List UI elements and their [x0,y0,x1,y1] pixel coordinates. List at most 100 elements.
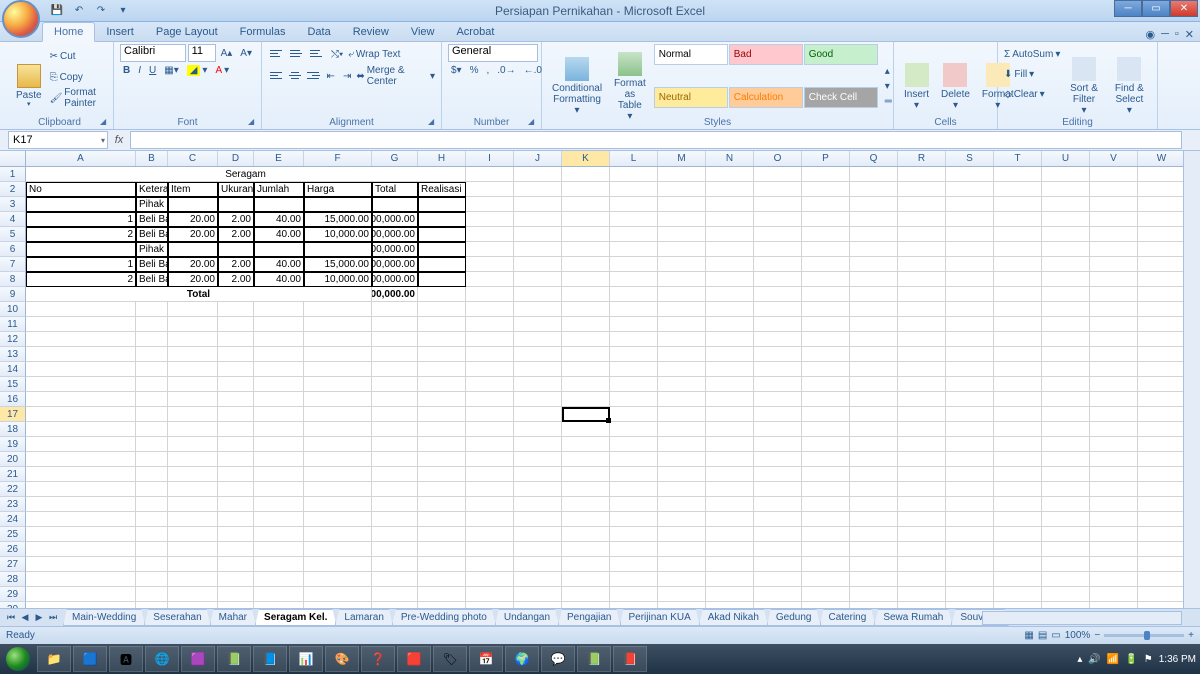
cell-L2[interactable] [610,182,658,197]
cell-E2[interactable]: Jumlah [254,182,304,197]
cell-R7[interactable] [898,257,946,272]
cell-D24[interactable] [218,512,254,527]
cell-S28[interactable] [946,572,994,587]
cell-D17[interactable] [218,407,254,422]
cell-M17[interactable] [658,407,706,422]
cell-D26[interactable] [218,542,254,557]
zoom-out-button[interactable]: − [1094,630,1100,641]
cell-E27[interactable] [254,557,304,572]
cell-P11[interactable] [802,317,850,332]
cell-M16[interactable] [658,392,706,407]
cell-K13[interactable] [562,347,610,362]
cell-C17[interactable] [168,407,218,422]
border-button[interactable]: ▦▾ [161,64,181,77]
restore-window-icon[interactable]: ▫ [1175,28,1179,41]
task-item[interactable]: 🌐 [145,646,179,672]
cell-A20[interactable] [26,452,136,467]
grow-font-icon[interactable]: A▴ [218,44,236,62]
cell-D25[interactable] [218,527,254,542]
cell-F26[interactable] [304,542,372,557]
col-header-R[interactable]: R [898,151,946,166]
cell-S4[interactable] [946,212,994,227]
cell-J11[interactable] [514,317,562,332]
cell-N12[interactable] [706,332,754,347]
merge-center-button[interactable]: ⬌Merge & Center▾ [356,66,435,86]
col-header-M[interactable]: M [658,151,706,166]
cell-U22[interactable] [1042,482,1090,497]
cell-M8[interactable] [658,272,706,287]
cell-C25[interactable] [168,527,218,542]
cell-R25[interactable] [898,527,946,542]
undo-icon[interactable]: ↶ [70,2,88,20]
cell-E29[interactable] [254,587,304,602]
cell-N21[interactable] [706,467,754,482]
cell-I21[interactable] [466,467,514,482]
cell-K16[interactable] [562,392,610,407]
col-header-C[interactable]: C [168,151,218,166]
cell-U13[interactable] [1042,347,1090,362]
cell-K27[interactable] [562,557,610,572]
cell-A21[interactable] [26,467,136,482]
cell-I19[interactable] [466,437,514,452]
cell-L3[interactable] [610,197,658,212]
cell-K24[interactable] [562,512,610,527]
cell-E6[interactable] [254,242,304,257]
sheet-tab-undangan[interactable]: Undangan [495,609,559,626]
tab-data[interactable]: Data [296,23,341,41]
wrap-text-button[interactable]: ⤶Wrap Text [348,44,400,64]
cell-V12[interactable] [1090,332,1138,347]
cell-K4[interactable] [562,212,610,227]
cell-P17[interactable] [802,407,850,422]
cell-C13[interactable] [168,347,218,362]
cell-C12[interactable] [168,332,218,347]
cell-R4[interactable] [898,212,946,227]
cell-T26[interactable] [994,542,1042,557]
cell-O22[interactable] [754,482,802,497]
cell-T21[interactable] [994,467,1042,482]
cell-W25[interactable] [1138,527,1186,542]
cell-E10[interactable] [254,302,304,317]
cell-C6[interactable] [168,242,218,257]
cell-A18[interactable] [26,422,136,437]
cell-B20[interactable] [136,452,168,467]
qat-more-icon[interactable]: ▾ [114,2,132,20]
col-header-I[interactable]: I [466,151,514,166]
cell-E18[interactable] [254,422,304,437]
cell-S21[interactable] [946,467,994,482]
cell-Q14[interactable] [850,362,898,377]
cell-B7[interactable]: Beli Bahan Kebaya [136,257,168,272]
cell-D15[interactable] [218,377,254,392]
cell-O26[interactable] [754,542,802,557]
cell-D13[interactable] [218,347,254,362]
cell-O23[interactable] [754,497,802,512]
cell-U9[interactable] [1042,287,1090,302]
cell-J10[interactable] [514,302,562,317]
cell-K11[interactable] [562,317,610,332]
cell-C29[interactable] [168,587,218,602]
maximize-button[interactable]: ▭ [1142,0,1170,17]
cell-F28[interactable] [304,572,372,587]
cell-O2[interactable] [754,182,802,197]
cell-D5[interactable]: 2.00 [218,227,254,242]
cell-E20[interactable] [254,452,304,467]
cell-I15[interactable] [466,377,514,392]
cell-V13[interactable] [1090,347,1138,362]
cell-S25[interactable] [946,527,994,542]
cell-O16[interactable] [754,392,802,407]
col-header-A[interactable]: A [26,151,136,166]
cell-O28[interactable] [754,572,802,587]
font-name-combo[interactable]: Calibri [120,44,186,62]
cell-J12[interactable] [514,332,562,347]
cell-M14[interactable] [658,362,706,377]
cell-O24[interactable] [754,512,802,527]
cell-C3[interactable] [168,197,218,212]
cell-P16[interactable] [802,392,850,407]
clock[interactable]: 1:36 PM [1159,654,1196,665]
cell-K26[interactable] [562,542,610,557]
cell-W28[interactable] [1138,572,1186,587]
cell-Q20[interactable] [850,452,898,467]
copy-button[interactable]: ⎘Copy [50,67,107,87]
cell-N22[interactable] [706,482,754,497]
cell-S24[interactable] [946,512,994,527]
cell-R27[interactable] [898,557,946,572]
